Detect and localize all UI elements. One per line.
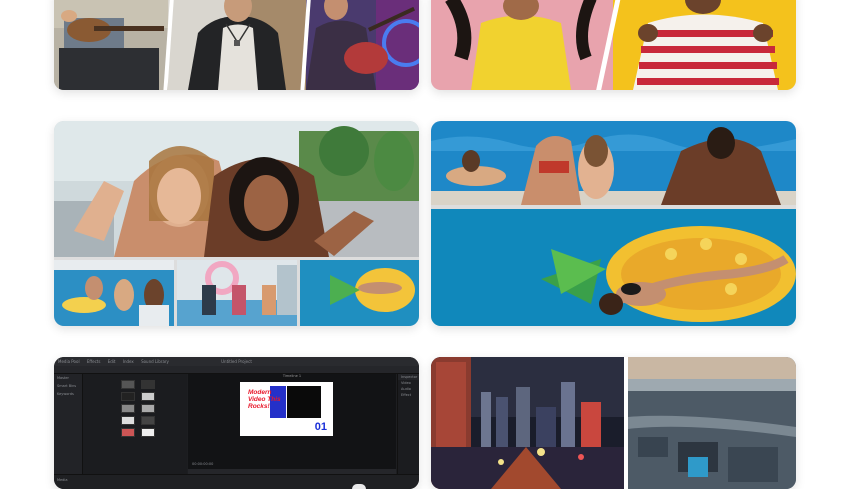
timecode: 00:00:00:00 <box>192 462 214 466</box>
media-thumb <box>121 392 135 401</box>
editor-bins-panel: Master Smart Bins Keywords <box>54 374 83 475</box>
card-dancers[interactable] <box>431 0 796 90</box>
slide-preview: Modern Video This Rocks! 01 <box>240 382 333 436</box>
bin-item: Smart Bins <box>57 384 77 388</box>
photo-city-aerial <box>628 357 796 489</box>
slide-number: 01 <box>314 421 327 433</box>
photo-woman-yellow <box>431 0 613 90</box>
project-title: Untitled Project <box>221 359 252 364</box>
editor-inspector: Inspector Video Audio Effect <box>397 374 419 475</box>
slide-black-block <box>287 386 321 418</box>
bin-item: Master <box>57 376 69 380</box>
bin-item: Keywords <box>57 392 74 396</box>
card-swimmers[interactable] <box>431 121 796 326</box>
editor-menubar: Media Pool Effects Edit Index Sound Libr… <box>54 357 419 366</box>
bottom-label: Media <box>57 478 68 482</box>
media-thumb <box>141 416 155 425</box>
photo-pineapple-float <box>431 209 796 326</box>
photo-pineapple-float-small <box>300 260 419 326</box>
photo-pool-floats <box>177 260 297 326</box>
media-thumb <box>121 404 135 413</box>
media-thumb <box>141 428 155 437</box>
photo-guitarist <box>54 0 170 90</box>
photo-pool-couple <box>54 260 174 326</box>
transport-bar: 00:00:00:00 <box>188 460 396 469</box>
editor-viewer: Timeline 1 Modern Video This Rocks! 01 0… <box>188 374 396 475</box>
media-thumb <box>141 380 155 389</box>
card-musicians[interactable] <box>54 0 419 90</box>
divider <box>624 357 628 489</box>
media-thumb <box>121 416 135 425</box>
playhead-handle <box>352 484 366 489</box>
inspector-row: Effect <box>401 393 412 397</box>
slide-title: Modern Video This Rocks! <box>248 389 281 410</box>
video-editor-screenshot: Media Pool Effects Edit Index Sound Libr… <box>54 357 419 489</box>
photo-man-necklace <box>168 0 306 90</box>
photo-man-striped <box>613 0 796 90</box>
editor-media-pool <box>83 374 187 475</box>
card-pool-friends[interactable] <box>54 121 419 326</box>
photo-two-friends-selfie <box>54 121 419 257</box>
media-thumb <box>121 380 135 389</box>
photo-city-street-night <box>431 357 624 489</box>
photo-woman-guitar <box>306 0 419 90</box>
inspector-header: Inspector <box>398 374 419 380</box>
media-thumb <box>141 392 155 401</box>
card-city[interactable] <box>431 357 796 489</box>
card-video-editor[interactable]: Media Pool Effects Edit Index Sound Libr… <box>54 357 419 489</box>
viewer-label: Timeline 1 <box>282 374 302 378</box>
media-thumb <box>141 404 155 413</box>
editor-toolbar <box>54 366 419 374</box>
photo-pool-friends-row <box>431 121 796 205</box>
media-thumb <box>121 428 135 437</box>
